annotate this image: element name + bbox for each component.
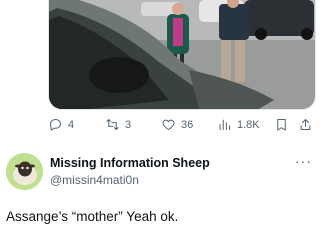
tweet-author-row: Missing Information Sheep @missin4mati0n… <box>6 153 314 193</box>
author-display-name[interactable]: Missing Information Sheep <box>50 156 210 170</box>
views-button[interactable]: 1.8K <box>217 117 260 132</box>
retweet-icon <box>106 119 119 130</box>
tweet-media-photo[interactable] <box>48 0 316 110</box>
like-count: 36 <box>181 118 194 131</box>
view-count: 1.8K <box>237 118 260 131</box>
tweet-action-bar: 4 3 36 1.8K <box>48 114 314 136</box>
author-handle[interactable]: @missin4mati0n <box>50 173 139 187</box>
views-icon <box>219 119 230 130</box>
sheep-avatar-image <box>6 153 43 190</box>
reply-icon <box>50 119 61 131</box>
retweet-button[interactable]: 3 <box>105 117 131 132</box>
reply-count: 4 <box>68 118 75 131</box>
share-button[interactable] <box>298 117 313 132</box>
share-icon <box>300 119 311 130</box>
tweet-text: Assange’s “mother” Yeah ok. <box>6 209 179 224</box>
like-button[interactable]: 36 <box>161 117 193 132</box>
heart-icon <box>162 119 175 130</box>
bookmark-icon <box>277 119 286 131</box>
more-options-button[interactable]: ··· <box>295 153 312 169</box>
retweet-count: 3 <box>125 118 132 131</box>
bookmark-button[interactable] <box>274 117 289 132</box>
avatar[interactable] <box>6 153 43 190</box>
reply-button[interactable]: 4 <box>48 117 74 132</box>
